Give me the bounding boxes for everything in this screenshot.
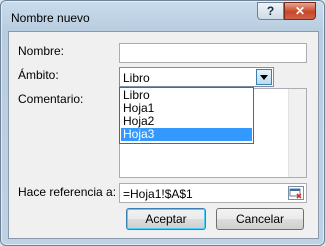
dropdown-arrow-button[interactable] <box>256 69 272 85</box>
new-name-dialog: Nombre nuevo ? ✕ Nombre: Ámbito: Comenta… <box>0 0 325 246</box>
scope-label: Ámbito: <box>18 68 59 82</box>
scope-select-value: Libro <box>123 71 150 85</box>
name-label: Nombre: <box>18 44 65 58</box>
scope-option-hoja3[interactable]: Hoja3 <box>121 128 252 141</box>
accept-button[interactable]: Aceptar <box>126 208 206 230</box>
cancel-button[interactable]: Cancelar <box>216 208 304 230</box>
scope-dropdown-list: Libro Hoja1 Hoja2 Hoja3 <box>119 87 254 144</box>
help-button[interactable]: ? <box>257 2 284 20</box>
comment-label: Comentario: <box>18 92 84 106</box>
name-input[interactable] <box>119 43 307 63</box>
reference-input[interactable]: =Hoja1!$A$1 <box>119 183 307 203</box>
range-select-icon[interactable] <box>288 186 304 200</box>
scope-select[interactable]: Libro <box>119 67 274 87</box>
reference-value: =Hoja1!$A$1 <box>123 187 193 201</box>
comment-scrollbar[interactable] <box>288 89 306 177</box>
dialog-title: Nombre nuevo <box>11 11 90 25</box>
close-button[interactable]: ✕ <box>284 2 316 20</box>
chevron-down-icon <box>260 74 268 80</box>
dialog-body: Nombre: Ámbito: Comentario: Libro Libro … <box>8 31 319 239</box>
reference-label: Hace referencia a: <box>18 185 117 199</box>
